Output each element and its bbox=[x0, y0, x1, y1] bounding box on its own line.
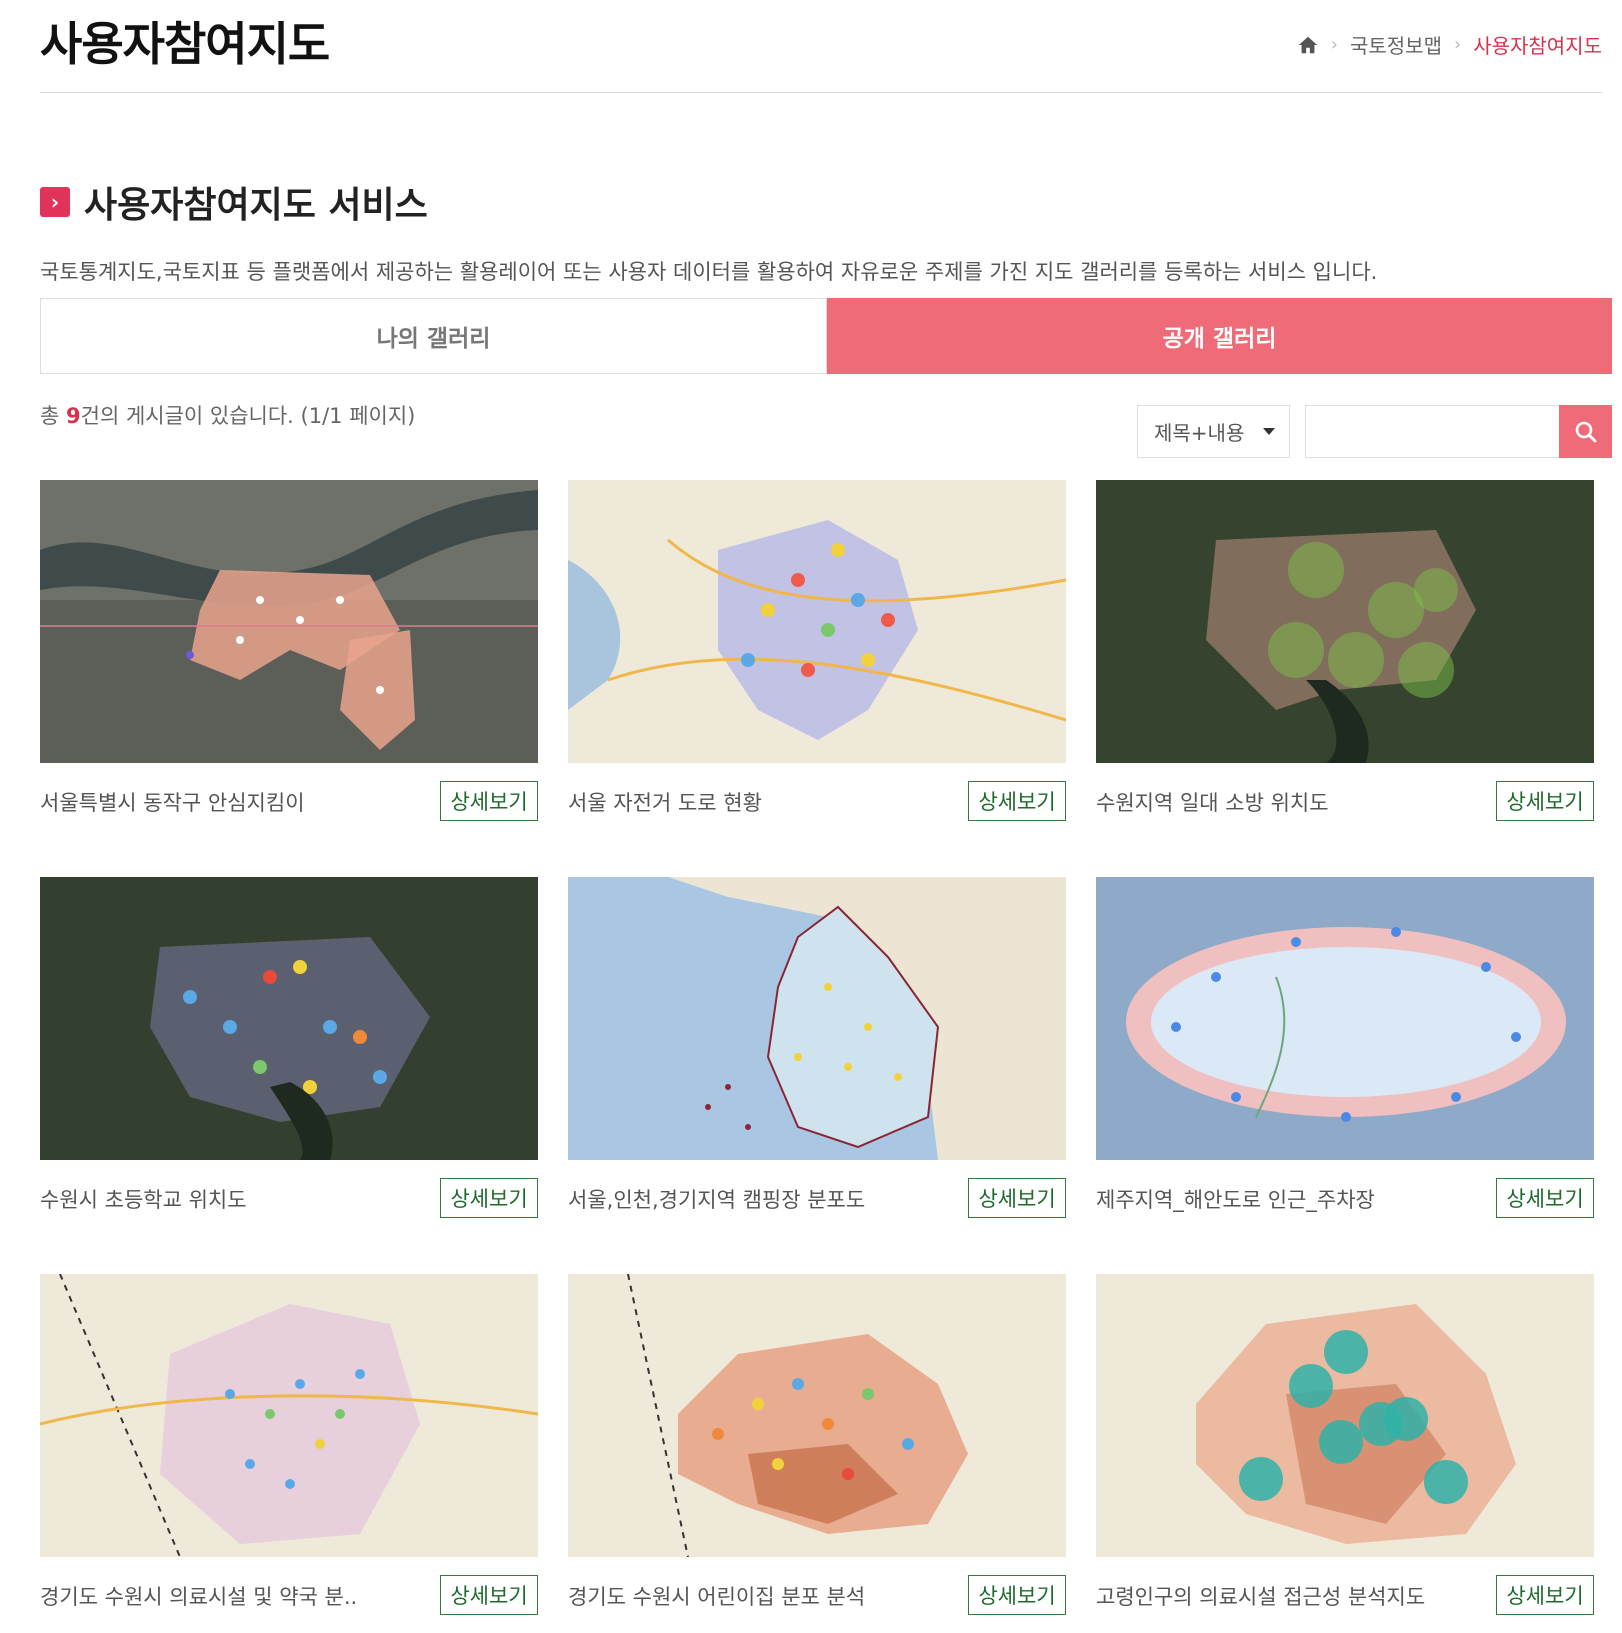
gallery-card: 경기도 수원시 의료시설 및 약국 분.. 상세보기 bbox=[40, 1274, 538, 1615]
gallery-card: 수원지역 일대 소방 위치도 상세보기 bbox=[1096, 480, 1594, 821]
search-type-value: 제목+내용 bbox=[1154, 421, 1245, 445]
post-count: 총 9건의 게시글이 있습니다. (1/1 페이지) bbox=[40, 400, 415, 430]
section-title: 사용자참여지도 서비스 bbox=[84, 185, 428, 226]
map-thumbnail[interactable] bbox=[1096, 1274, 1594, 1557]
gallery-card: 서울 자전거 도로 현황 상세보기 bbox=[568, 480, 1066, 821]
map-thumbnail[interactable] bbox=[568, 480, 1066, 763]
chevron-right-icon: › bbox=[40, 187, 70, 217]
gallery-card: 수원시 초등학교 위치도 상세보기 bbox=[40, 877, 538, 1218]
detail-button[interactable]: 상세보기 bbox=[968, 781, 1066, 821]
breadcrumb: › 국토정보맵 › 사용자참여지도 bbox=[1297, 30, 1602, 59]
search-type-select[interactable]: 제목+내용 bbox=[1137, 405, 1290, 458]
search-input[interactable] bbox=[1305, 405, 1560, 458]
search-button[interactable] bbox=[1559, 405, 1612, 458]
page-title: 사용자참여지도 bbox=[40, 17, 330, 71]
gallery-title[interactable]: 서울 자전거 도로 현황 bbox=[568, 787, 762, 817]
detail-button[interactable]: 상세보기 bbox=[440, 781, 538, 821]
detail-button[interactable]: 상세보기 bbox=[1496, 1178, 1594, 1218]
gallery-card: 고령인구의 의료시설 접근성 분석지도 상세보기 bbox=[1096, 1274, 1594, 1615]
map-thumbnail[interactable] bbox=[40, 877, 538, 1160]
count-number: 9 bbox=[66, 404, 81, 428]
gallery-title[interactable]: 경기도 수원시 어린이집 분포 분석 bbox=[568, 1581, 865, 1611]
service-description: 국토통계지도,국토지표 등 플랫폼에서 제공하는 활용레이어 또는 사용자 데이… bbox=[40, 260, 1378, 284]
detail-button[interactable]: 상세보기 bbox=[440, 1575, 538, 1615]
search-icon bbox=[1575, 421, 1596, 442]
breadcrumb-current: 사용자참여지도 bbox=[1473, 34, 1602, 58]
gallery-title[interactable]: 고령인구의 의료시설 접근성 분석지도 bbox=[1096, 1581, 1425, 1611]
gallery-card: 서울특별시 동작구 안심지킴이 상세보기 bbox=[40, 480, 538, 821]
title-divider bbox=[40, 92, 1602, 93]
tab-my-gallery[interactable]: 나의 갤러리 bbox=[40, 298, 827, 374]
gallery-card: 서울,인천,경기지역 캠핑장 분포도 상세보기 bbox=[568, 877, 1066, 1218]
map-thumbnail[interactable] bbox=[40, 480, 538, 763]
detail-button[interactable]: 상세보기 bbox=[1496, 1575, 1594, 1615]
tab-public-gallery[interactable]: 공개 갤러리 bbox=[827, 298, 1612, 374]
gallery-title[interactable]: 서울특별시 동작구 안심지킴이 bbox=[40, 787, 305, 817]
breadcrumb-item[interactable]: 국토정보맵 bbox=[1350, 30, 1442, 59]
gallery-tabs: 나의 갤러리 공개 갤러리 bbox=[40, 298, 1612, 374]
gallery-card: 경기도 수원시 어린이집 분포 분석 상세보기 bbox=[568, 1274, 1066, 1615]
gallery-title[interactable]: 수원지역 일대 소방 위치도 bbox=[1096, 787, 1329, 817]
gallery-title[interactable]: 수원시 초등학교 위치도 bbox=[40, 1184, 247, 1214]
detail-button[interactable]: 상세보기 bbox=[1496, 781, 1594, 821]
map-thumbnail[interactable] bbox=[1096, 877, 1594, 1160]
detail-button[interactable]: 상세보기 bbox=[440, 1178, 538, 1218]
count-suffix: 건의 게시글이 있습니다. (1/1 페이지) bbox=[80, 404, 416, 428]
map-thumbnail[interactable] bbox=[40, 1274, 538, 1557]
section-header: › 사용자참여지도 서비스 bbox=[40, 176, 428, 228]
caret-down-icon bbox=[1263, 428, 1275, 435]
detail-button[interactable]: 상세보기 bbox=[968, 1178, 1066, 1218]
chevron-right-icon: › bbox=[1330, 34, 1338, 55]
home-icon[interactable] bbox=[1297, 34, 1319, 56]
gallery-card: 제주지역_해안도로 인근_주차장 상세보기 bbox=[1096, 877, 1594, 1218]
chevron-right-icon: › bbox=[1453, 34, 1462, 55]
gallery-title[interactable]: 경기도 수원시 의료시설 및 약국 분.. bbox=[40, 1581, 357, 1611]
count-prefix: 총 bbox=[40, 404, 66, 428]
gallery-title[interactable]: 제주지역_해안도로 인근_주차장 bbox=[1096, 1184, 1375, 1214]
gallery-title[interactable]: 서울,인천,경기지역 캠핑장 분포도 bbox=[568, 1184, 865, 1214]
map-thumbnail[interactable] bbox=[568, 877, 1066, 1160]
map-thumbnail[interactable] bbox=[1096, 480, 1594, 763]
detail-button[interactable]: 상세보기 bbox=[968, 1575, 1066, 1615]
map-thumbnail[interactable] bbox=[568, 1274, 1066, 1557]
